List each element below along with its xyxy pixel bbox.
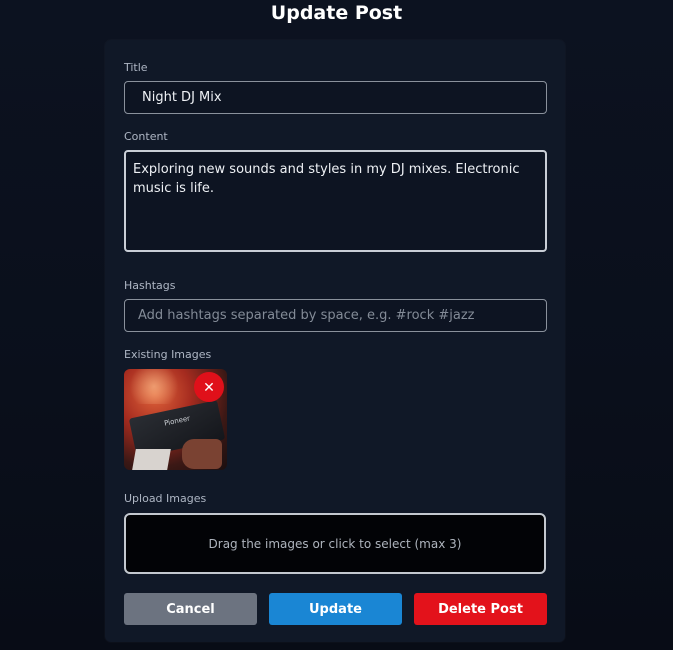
title-label: Title [124, 61, 148, 74]
stage-light [124, 369, 184, 404]
hashtags-input[interactable]: Add hashtags separated by space, e.g. #r… [124, 299, 547, 332]
dj-hand [182, 439, 222, 469]
upload-images-label: Upload Images [124, 492, 207, 505]
paper-sheet [132, 449, 171, 470]
image-dropzone[interactable]: Drag the images or click to select (max … [124, 513, 546, 574]
content-textarea[interactable]: Exploring new sounds and styles in my DJ… [124, 150, 547, 252]
hashtags-label: Hashtags [124, 279, 176, 292]
cancel-button[interactable]: Cancel [124, 593, 257, 625]
title-input[interactable]: Night DJ Mix [124, 81, 547, 114]
delete-post-button[interactable]: Delete Post [414, 593, 547, 625]
existing-images-label: Existing Images [124, 348, 212, 361]
remove-image-button[interactable]: ✕ [194, 372, 224, 402]
update-button[interactable]: Update [269, 593, 402, 625]
content-label: Content [124, 130, 168, 143]
page-title: Update Post [270, 2, 403, 24]
close-icon: ✕ [203, 379, 215, 395]
dropzone-text: Drag the images or click to select (max … [208, 536, 462, 551]
